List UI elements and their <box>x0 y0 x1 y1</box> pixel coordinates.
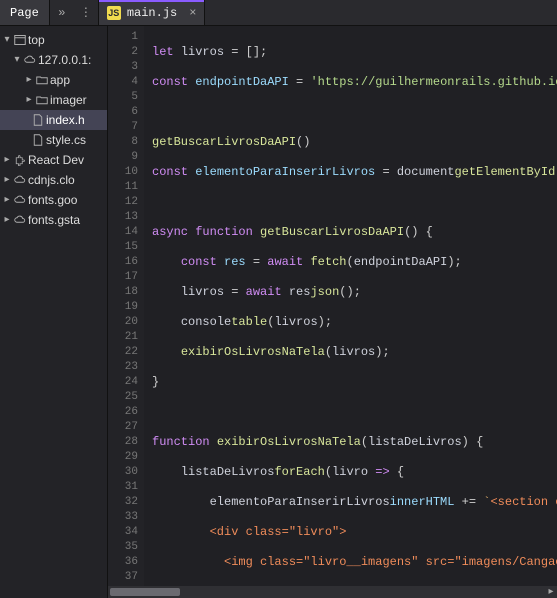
cloud-icon <box>12 174 28 186</box>
line-number: 12 <box>108 195 138 210</box>
cloud-icon <box>22 54 38 66</box>
line-number: 16 <box>108 255 138 270</box>
tree-label: app <box>50 73 70 87</box>
line-number: 21 <box>108 330 138 345</box>
line-number: 26 <box>108 405 138 420</box>
cloud-icon <box>12 194 28 206</box>
editor-tab-main-js[interactable]: JS main.js × <box>99 0 206 25</box>
panel-tab-page[interactable]: Page <box>0 0 50 25</box>
file-icon <box>30 134 46 146</box>
horizontal-scrollbar[interactable]: ▸ <box>108 586 557 598</box>
line-number: 28 <box>108 435 138 450</box>
tree-row-index[interactable]: index.h <box>0 110 107 130</box>
line-number: 2 <box>108 45 138 60</box>
line-number: 31 <box>108 480 138 495</box>
cloud-icon <box>12 214 28 226</box>
scrollbar-thumb[interactable] <box>110 588 180 596</box>
line-number: 35 <box>108 540 138 555</box>
extension-icon <box>12 154 28 166</box>
top-bar: Page » ⋮ JS main.js × <box>0 0 557 26</box>
chevron-right-icon: ▸ <box>24 74 34 86</box>
chevron-down-icon: ▾ <box>2 34 12 46</box>
tree-row-imager[interactable]: ▸ imager <box>0 90 107 110</box>
line-number: 8 <box>108 135 138 150</box>
chevron-right-icon: ▸ <box>2 194 12 206</box>
line-number: 29 <box>108 450 138 465</box>
line-number: 11 <box>108 180 138 195</box>
line-number: 5 <box>108 90 138 105</box>
chevron-down-icon: ▾ <box>12 54 22 66</box>
devtools-root: Page » ⋮ JS main.js × ▾ top ▾ 127.0.0 <box>0 0 557 598</box>
tree-row-fontsgsta[interactable]: ▸ fonts.gsta <box>0 210 107 230</box>
folder-icon <box>34 74 50 86</box>
tree-label: imager <box>50 93 87 107</box>
tree-label: cdnjs.clo <box>28 173 75 187</box>
code-area[interactable]: let livros = []; const endpointDaAPI = '… <box>144 26 557 598</box>
chevron-right-icon: ▸ <box>2 174 12 186</box>
line-number: 23 <box>108 360 138 375</box>
window-icon <box>12 34 28 46</box>
tree-label: fonts.goo <box>28 193 77 207</box>
line-number: 17 <box>108 270 138 285</box>
tree-row-host[interactable]: ▾ 127.0.0.1: <box>0 50 107 70</box>
line-number: 22 <box>108 345 138 360</box>
editor-tabs: JS main.js × <box>99 0 557 25</box>
line-number: 33 <box>108 510 138 525</box>
tree-label: style.cs <box>46 133 86 147</box>
tree-label: index.h <box>46 113 85 127</box>
close-icon[interactable]: × <box>189 6 196 20</box>
tree-label: React Dev <box>28 153 84 167</box>
line-number: 24 <box>108 375 138 390</box>
line-number: 37 <box>108 570 138 585</box>
tree-label: top <box>28 33 45 47</box>
line-gutter: 1234567891011121314151617181920212223242… <box>108 26 144 598</box>
tree-row-cdnjs[interactable]: ▸ cdnjs.clo <box>0 170 107 190</box>
line-number: 9 <box>108 150 138 165</box>
line-number: 20 <box>108 315 138 330</box>
folder-icon <box>34 94 50 106</box>
editor-tab-label: main.js <box>127 6 177 20</box>
line-number: 7 <box>108 120 138 135</box>
line-number: 14 <box>108 225 138 240</box>
line-number: 32 <box>108 495 138 510</box>
line-number: 19 <box>108 300 138 315</box>
line-number: 27 <box>108 420 138 435</box>
line-number: 1 <box>108 30 138 45</box>
tree-row-react[interactable]: ▸ React Dev <box>0 150 107 170</box>
more-vert-icon[interactable]: ⋮ <box>74 0 98 25</box>
line-number: 36 <box>108 555 138 570</box>
panel-tab-label: Page <box>10 6 39 20</box>
line-number: 30 <box>108 465 138 480</box>
tree-label: fonts.gsta <box>28 213 80 227</box>
line-number: 3 <box>108 60 138 75</box>
tree-row-style[interactable]: style.cs <box>0 130 107 150</box>
code-editor[interactable]: 1234567891011121314151617181920212223242… <box>108 26 557 598</box>
line-number: 25 <box>108 390 138 405</box>
chevron-right-icon: ▸ <box>2 154 12 166</box>
line-number: 18 <box>108 285 138 300</box>
sources-tree[interactable]: ▾ top ▾ 127.0.0.1: ▸ app ▸ imager i <box>0 26 108 598</box>
chevron-right-icon: ▸ <box>24 94 34 106</box>
line-number: 6 <box>108 105 138 120</box>
line-number: 4 <box>108 75 138 90</box>
line-number: 15 <box>108 240 138 255</box>
js-file-icon: JS <box>107 6 121 20</box>
line-number: 10 <box>108 165 138 180</box>
scroll-right-icon[interactable]: ▸ <box>545 586 557 598</box>
tree-label: 127.0.0.1: <box>38 53 91 67</box>
file-icon <box>30 114 46 126</box>
tree-row-top[interactable]: ▾ top <box>0 30 107 50</box>
tree-row-fontsgoo[interactable]: ▸ fonts.goo <box>0 190 107 210</box>
panel-overflow-icons: » ⋮ <box>50 0 98 25</box>
line-number: 13 <box>108 210 138 225</box>
chevron-right-icon[interactable]: » <box>50 0 74 25</box>
line-number: 34 <box>108 525 138 540</box>
chevron-right-icon: ▸ <box>2 214 12 226</box>
tree-row-app[interactable]: ▸ app <box>0 70 107 90</box>
body: ▾ top ▾ 127.0.0.1: ▸ app ▸ imager i <box>0 26 557 598</box>
